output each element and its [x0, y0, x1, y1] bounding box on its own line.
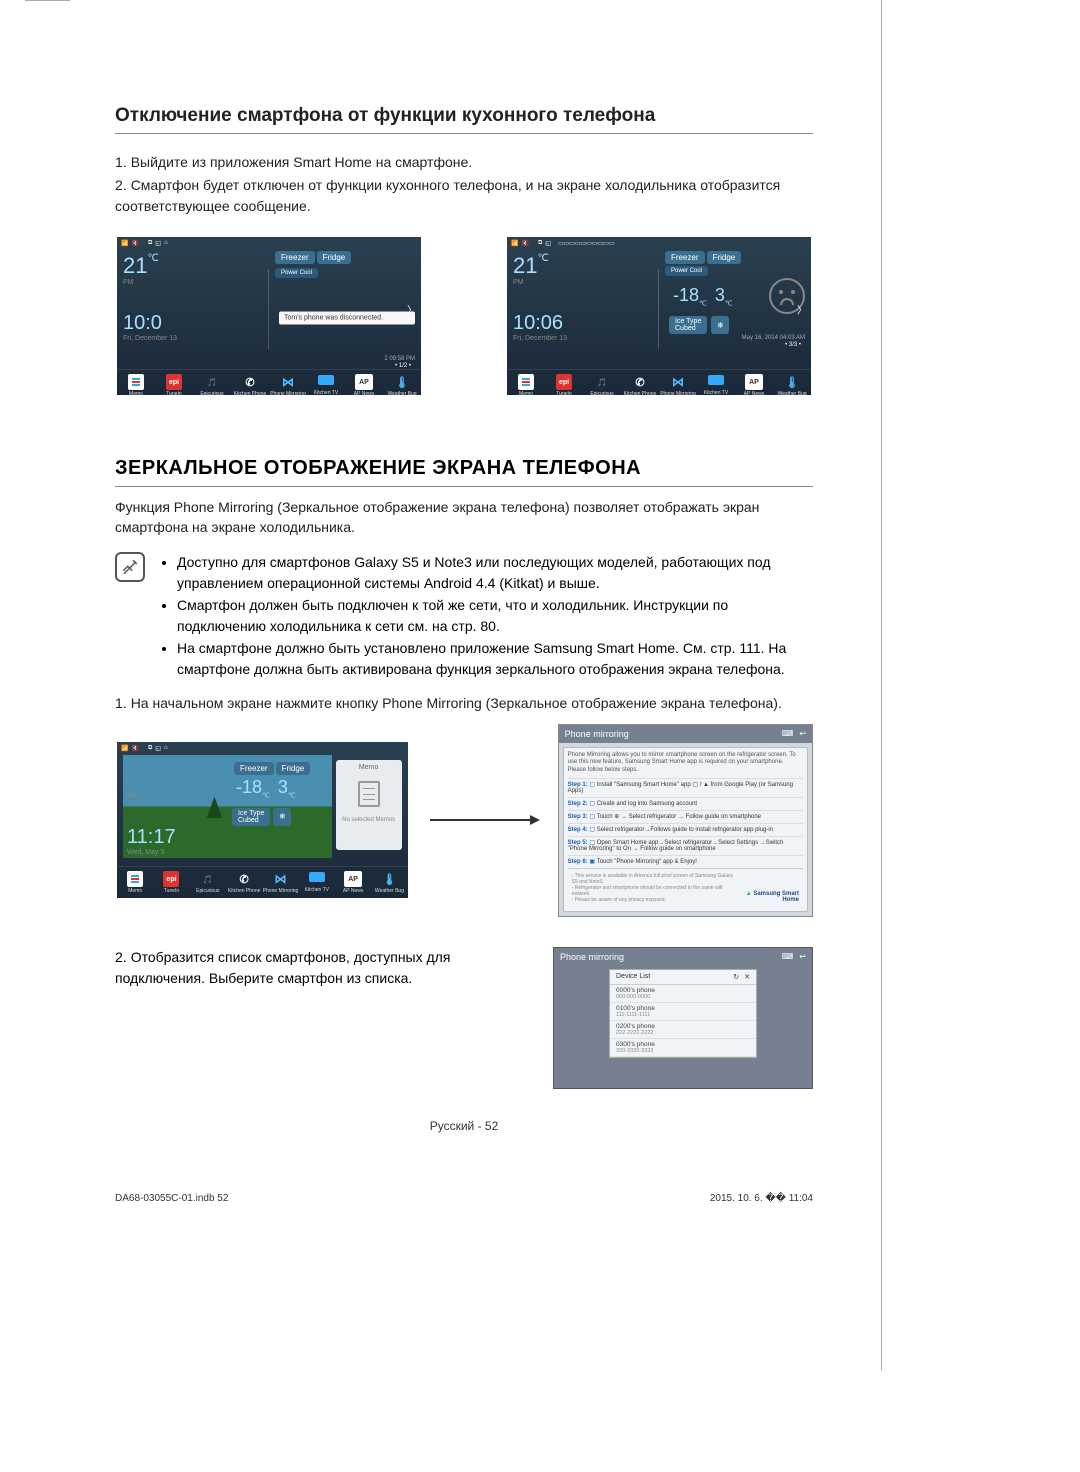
sound-icon: 🔇 — [131, 240, 138, 247]
note-icon — [115, 552, 145, 582]
document-page: Отключение смартфона от функции кухонног… — [25, 35, 883, 1435]
step-item: 1.Выйдите из приложения Smart Home на см… — [115, 152, 813, 173]
step-item: 1.На начальном экране нажмите кнопку Pho… — [115, 693, 813, 714]
fridge-screenshot-disconnected: 📶 🔇 ⧉ ◱ ⌂ 21℃ PM 10:0 Fri, December 13 F… — [115, 235, 423, 397]
memo-doc-icon — [358, 781, 380, 807]
device-item: 0100's phone111-1111-1111 — [610, 1003, 756, 1021]
device-item: 0300's phone333-3333-3333 — [610, 1039, 756, 1057]
ap-news-icon: AP — [355, 374, 373, 390]
print-footer: DA68-03055C-01.indb 52 2015. 10. 6. �� 1… — [115, 1193, 813, 1204]
back-icon: ↩ — [799, 952, 806, 961]
back-icon: ↩ — [799, 729, 806, 738]
weather-icon: 🌡 — [394, 374, 410, 390]
device-list-dialog: Phone mirroring ⌨ ↩ Device List ↻ ✕ 0000… — [553, 947, 813, 1089]
device-item: 0200's phone222-2222-2222 — [610, 1021, 756, 1039]
close-icon: ✕ — [744, 973, 750, 981]
window-icon: ◱ — [155, 240, 161, 247]
step2-text: Отобразится список смартфонов, доступных… — [115, 949, 450, 986]
chevron-right-icon: 〉 — [797, 302, 807, 317]
app-dock: Memo epiTuneIn 🎵Epicurious ✆Kitchen Phon… — [117, 369, 421, 397]
page-footer: Русский - 52 — [115, 1119, 813, 1133]
memo-panel: Memo No selected Memos — [336, 760, 402, 850]
screenshots-row-1: 📶 🔇 ⧉ ◱ ⌂ 21℃ PM 10:0 Fri, December 13 F… — [115, 235, 813, 397]
fridge-screenshot-home: 📶🔇⧉◱⌂ PM 11:17 Wed, May 3 Freezer Fridge… — [115, 740, 410, 900]
copy-icon: ⧉ — [148, 240, 152, 247]
phone-mirroring-dialog: Phone mirroring ⌨ ↩ Phone Mirroring allo… — [558, 724, 813, 917]
section1-title: Отключение смартфона от функции кухонног… — [115, 105, 813, 134]
section2-intro: Функция Phone Mirroring (Зеркальное отоб… — [115, 497, 813, 538]
ice-icon: ❄ — [711, 316, 729, 334]
step-item: 2.Смартфон будет отключен от функции кух… — [115, 175, 813, 217]
epicurious-icon: epi — [166, 374, 182, 390]
section1-steps: 1.Выйдите из приложения Smart Home на см… — [115, 152, 813, 217]
note-item: Смартфон должен быть подключен к той же … — [177, 595, 813, 637]
freezer-pill: Freezer — [275, 251, 315, 264]
note-item: Доступно для смартфонов Galaxy S5 и Note… — [177, 552, 813, 594]
device-item: 0000's phone000-000-0000 — [610, 985, 756, 1003]
note-item: На смартфоне должно быть установлено при… — [177, 638, 813, 680]
phone-mirroring-icon: ⋈ — [280, 374, 296, 390]
tunein-icon: 🎵 — [204, 374, 220, 390]
fridge-pill: Fridge — [317, 251, 352, 264]
wifi-icon: 📶 — [121, 240, 128, 247]
home-icon: ⌂ — [164, 240, 168, 246]
kitchen-tv-icon — [318, 375, 334, 385]
figure-row: 📶🔇⧉◱⌂ PM 11:17 Wed, May 3 Freezer Fridge… — [115, 724, 813, 917]
kitchen-phone-icon: ✆ — [242, 374, 258, 390]
status-bar: 📶 🔇 ⧉ ◱ ⌂ — [117, 237, 421, 249]
refresh-icon: ↻ — [733, 973, 739, 981]
fridge-screenshot-face: 📶🔇⧉◱▭▭▭▭▭▭▭▭▭▭ 21℃ PM 10:06 Fri, Decembe… — [505, 235, 813, 397]
section2-title: ЗЕРКАЛЬНОЕ ОТОБРАЖЕНИЕ ЭКРАНА ТЕЛЕФОНА — [115, 457, 813, 487]
disconnect-notification: Tom's phone was disconnected. — [279, 311, 415, 324]
keyboard-icon: ⌨ — [782, 952, 794, 961]
arrow-right-icon — [430, 819, 538, 821]
dialog-title: Phone mirroring — [565, 729, 629, 739]
keyboard-icon: ⌨ — [782, 729, 794, 738]
chevron-right-icon: 〉 — [407, 302, 417, 317]
note-block: Доступно для смартфонов Galaxy S5 и Note… — [115, 552, 813, 681]
memo-icon — [128, 374, 144, 390]
